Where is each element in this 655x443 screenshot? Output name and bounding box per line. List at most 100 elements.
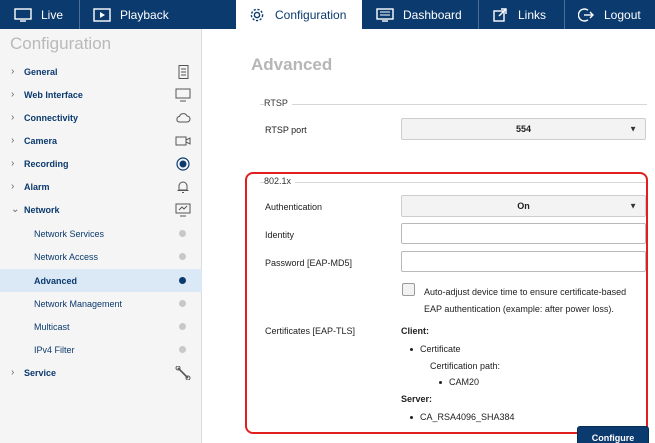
sidebar-item-label: Web Interface: [24, 89, 83, 100]
sidebar-subitem-network-services[interactable]: Network Services: [0, 222, 202, 245]
gear-icon: [248, 8, 266, 22]
document-icon: [175, 65, 191, 79]
sidebar-item-general[interactable]: › General: [0, 60, 202, 83]
sidebar-item-camera[interactable]: › Camera: [0, 129, 202, 152]
sidebar-item-alarm[interactable]: › Alarm: [0, 175, 202, 198]
nav-dashboard[interactable]: Dashboard: [376, 0, 462, 29]
logout-icon: [577, 7, 595, 22]
sidebar-subitem-network-access[interactable]: Network Access: [0, 245, 202, 268]
sidebar-item-label: Recording: [24, 158, 69, 169]
cert-path-label: Certification path:: [430, 361, 501, 371]
authentication-select[interactable]: On ▼: [401, 195, 646, 217]
auto-adjust-text: Auto-adjust device time to ensure certif…: [424, 287, 627, 314]
chevron-right-icon: ›: [11, 89, 15, 100]
chevron-right-icon: ›: [11, 158, 15, 169]
monitor-icon: [175, 88, 191, 102]
chevron-right-icon: ›: [11, 181, 15, 192]
sidebar-item-label: Camera: [24, 135, 58, 146]
chevron-right-icon: ›: [11, 66, 15, 77]
sidebar-item-label: Alarm: [24, 181, 50, 192]
status-dot-icon: [179, 300, 186, 307]
divider: [260, 104, 647, 105]
nav-logout[interactable]: Logout: [577, 0, 641, 29]
dropdown-arrow-icon: ▼: [629, 124, 637, 134]
sidebar-item-label: General: [24, 66, 58, 77]
status-dot-icon: [179, 277, 186, 284]
sidebar-subitem-multicast[interactable]: Multicast: [0, 315, 202, 338]
nav-playback-label: Playback: [120, 7, 169, 22]
section-rtsp: RTSP: [264, 98, 292, 108]
sidebar-subitem-network-management[interactable]: Network Management: [0, 292, 202, 315]
sidebar-subitem-label: Network Management: [34, 298, 123, 309]
nav-dashboard-label: Dashboard: [403, 7, 462, 22]
nav-live-label: Live: [41, 7, 64, 22]
status-dot-icon: [179, 230, 186, 237]
wrench-icon: [175, 365, 191, 381]
sidebar-item-connectivity[interactable]: › Connectivity: [0, 106, 202, 129]
status-dot-icon: [179, 346, 186, 353]
sidebar-item-label: Service: [24, 367, 57, 378]
camera-icon: [175, 134, 191, 148]
external-link-icon: [491, 7, 509, 22]
rtsp-port-value: 554: [515, 124, 532, 134]
auto-adjust-checkbox[interactable]: [402, 283, 415, 296]
password-label: Password [EAP-MD5]: [265, 258, 353, 268]
dropdown-arrow-icon: ▼: [629, 201, 637, 211]
cloud-icon: [175, 111, 191, 125]
cert-path-value: CAM20: [449, 377, 480, 387]
nav-links[interactable]: Links: [491, 0, 546, 29]
rtsp-port-label: RTSP port: [265, 125, 307, 135]
sidebar-item-label: Connectivity: [24, 112, 79, 123]
sidebar-item-network[interactable]: ⌄ Network: [0, 198, 202, 221]
certificates-label: Certificates [EAP-TLS]: [265, 326, 356, 336]
chevron-down-icon: ⌄: [11, 204, 20, 215]
top-nav-bar: Live Playback Configuration Dashboard Li…: [0, 0, 655, 29]
sidebar-title: Configuration: [10, 34, 112, 53]
bell-icon: [175, 180, 191, 194]
sidebar: Configuration › General › Web Interface …: [0, 29, 202, 443]
sidebar-subitem-ipv4-filter[interactable]: IPv4 Filter: [0, 338, 202, 361]
bullet-icon: [410, 348, 413, 351]
server-label: Server:: [401, 394, 433, 404]
network-icon: [175, 203, 191, 217]
chevron-right-icon: ›: [11, 367, 15, 378]
sidebar-item-recording[interactable]: › Recording: [0, 152, 202, 175]
identity-label: Identity: [265, 230, 295, 240]
page-title: Advanced: [251, 55, 333, 74]
status-dot-icon: [179, 323, 186, 330]
rtsp-port-select[interactable]: 554 ▼: [401, 118, 646, 140]
nav-logout-label: Logout: [604, 7, 641, 22]
sidebar-item-service[interactable]: › Service: [0, 361, 202, 384]
sidebar-subitem-label: Network Access: [34, 251, 99, 262]
bullet-icon: [439, 381, 442, 384]
nav-live[interactable]: Live: [14, 0, 63, 29]
sidebar-subitem-label: Network Services: [34, 228, 105, 239]
sidebar-subitem-label: Multicast: [34, 321, 70, 332]
nav-configuration-label: Configuration: [275, 7, 347, 22]
nav-configuration[interactable]: Configuration: [236, 0, 362, 29]
nav-playback[interactable]: Playback: [93, 0, 169, 29]
sidebar-subitem-label: IPv4 Filter: [34, 344, 75, 355]
divider: [260, 182, 647, 183]
client-label: Client:: [401, 326, 429, 336]
configure-button[interactable]: Configure: [577, 426, 649, 443]
bullet-icon: [410, 416, 413, 419]
chevron-right-icon: ›: [11, 112, 15, 123]
sidebar-subitem-label: Advanced: [34, 275, 78, 286]
password-input[interactable]: [401, 251, 646, 272]
nav-links-label: Links: [518, 7, 547, 22]
authentication-label: Authentication: [265, 202, 323, 212]
authentication-value: On: [517, 201, 530, 211]
monitor-icon: [14, 7, 32, 22]
sidebar-subitem-advanced[interactable]: Advanced: [0, 269, 202, 292]
chevron-right-icon: ›: [11, 135, 15, 146]
server-certificate: CA_RSA4096_SHA384: [420, 412, 515, 422]
identity-input[interactable]: [401, 223, 646, 244]
playback-icon: [93, 7, 111, 22]
sidebar-item-label: Network: [24, 204, 60, 215]
status-dot-icon: [179, 253, 186, 260]
dashboard-icon: [376, 7, 394, 22]
sidebar-item-web-interface[interactable]: › Web Interface: [0, 83, 202, 106]
record-icon: [175, 157, 191, 171]
client-certificate: Certificate: [420, 344, 461, 354]
